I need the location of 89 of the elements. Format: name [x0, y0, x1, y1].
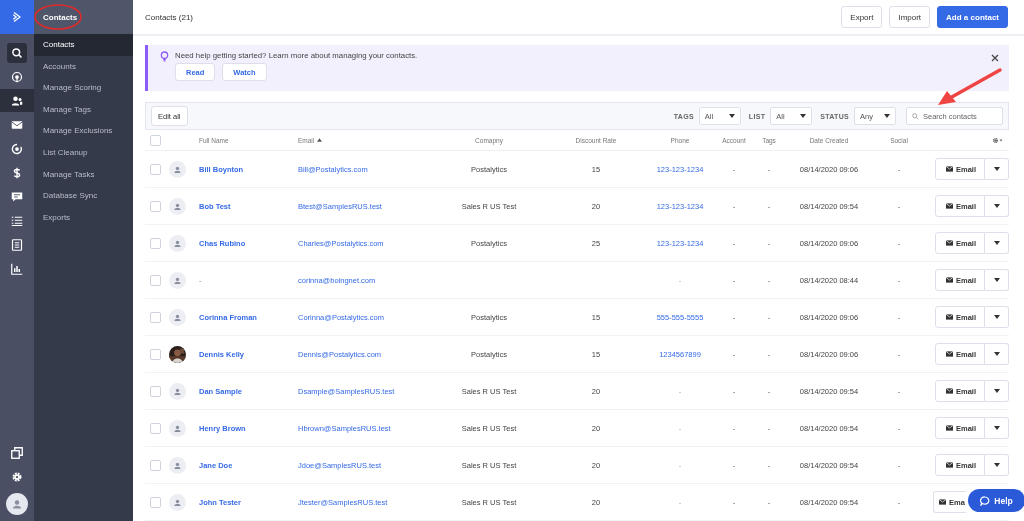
search-icon	[912, 112, 919, 120]
chat-bubble-icon	[980, 495, 991, 506]
avatar-icon	[169, 197, 186, 215]
envelope-icon	[946, 314, 953, 320]
sort-icon	[317, 138, 323, 142]
section-title: Contacts	[43, 12, 78, 22]
avatar-icon	[169, 234, 186, 252]
bar-chart-icon	[11, 262, 23, 275]
dropdown-button[interactable]	[985, 269, 1009, 291]
copy-icon[interactable]	[11, 447, 23, 459]
sidebar-item[interactable]: Manage Tasks	[34, 163, 133, 186]
caret-icon	[993, 204, 1000, 208]
envelope-icon	[11, 118, 23, 131]
envelope-icon	[946, 351, 953, 357]
caret-icon	[993, 241, 1000, 245]
user-avatar-icon[interactable]	[6, 493, 28, 515]
dropdown-button[interactable]	[985, 158, 1009, 180]
envelope-icon	[946, 462, 953, 468]
nav-rail-item[interactable]	[0, 89, 34, 112]
row-checkbox[interactable]	[150, 274, 161, 286]
caret-icon	[884, 114, 890, 118]
row-checkbox[interactable]	[150, 237, 161, 249]
broadcast-icon	[11, 70, 23, 83]
dropdown-button[interactable]	[985, 343, 1009, 365]
header-button[interactable]: Import	[889, 6, 931, 28]
dropdown-button[interactable]	[985, 417, 1009, 439]
caret-icon	[993, 426, 1000, 430]
row-checkbox[interactable]	[150, 163, 161, 175]
caret-icon	[800, 114, 807, 118]
avatar-icon	[169, 382, 186, 400]
avatar-icon	[169, 419, 186, 437]
add-contact-button[interactable]: Add a contact	[937, 6, 1008, 28]
envelope-icon	[946, 203, 953, 209]
dropdown-button[interactable]	[985, 232, 1009, 254]
sidebar-item[interactable]: Exports	[34, 206, 133, 229]
avatar-icon	[169, 160, 186, 178]
contacts-icon	[11, 94, 23, 107]
sidebar-item[interactable]: Manage Exclusions	[34, 120, 133, 142]
caret-icon	[993, 463, 1000, 467]
caret-icon	[993, 389, 1000, 393]
row-checkbox[interactable]	[150, 459, 161, 471]
caret-icon	[993, 278, 1000, 282]
sidebar-item[interactable]: Manage Tags	[34, 98, 133, 121]
row-checkbox[interactable]	[150, 311, 161, 323]
settings-icon[interactable]	[11, 471, 23, 483]
envelope-icon	[946, 166, 953, 172]
envelope-icon	[939, 499, 946, 505]
dropdown-button[interactable]	[985, 306, 1009, 328]
page-title: Contacts (21)	[145, 12, 195, 22]
settings-icon[interactable]	[992, 136, 1003, 144]
caret-icon	[993, 352, 1000, 356]
help-button[interactable]: Help	[968, 489, 1024, 512]
dropdown-button[interactable]	[985, 454, 1009, 476]
caret-icon	[993, 167, 1000, 171]
row-checkbox[interactable]	[150, 496, 161, 508]
avatar-icon	[169, 456, 186, 474]
avatar-icon	[169, 493, 186, 511]
select-all-checkbox[interactable]	[150, 134, 161, 146]
caret-icon	[993, 315, 1000, 319]
envelope-icon	[946, 240, 953, 246]
dropdown-button[interactable]	[985, 380, 1009, 402]
sidebar-item[interactable]: Database Sync	[34, 185, 133, 207]
row-checkbox[interactable]	[150, 422, 161, 434]
envelope-icon	[946, 425, 953, 431]
sidebar-item[interactable]: Contacts	[34, 34, 133, 56]
document-icon	[11, 238, 23, 251]
row-checkbox[interactable]	[150, 200, 161, 212]
row-checkbox[interactable]	[150, 348, 161, 360]
search-icon	[11, 46, 23, 59]
avatar-icon	[169, 308, 186, 326]
envelope-icon	[946, 388, 953, 394]
sidebar-item[interactable]: Manage Scoring	[34, 77, 133, 99]
avatar-icon	[169, 271, 186, 289]
lightbulb-icon	[160, 51, 169, 62]
dollar-icon	[11, 166, 23, 179]
sidebar-item[interactable]: List Cleanup	[34, 141, 133, 164]
close-icon[interactable]	[991, 54, 999, 62]
logo-icon[interactable]	[11, 11, 23, 23]
row-checkbox[interactable]	[150, 385, 161, 397]
circle-annotation	[33, 3, 83, 31]
caret-icon	[728, 114, 735, 118]
arrow-annotation	[936, 65, 1005, 107]
list-icon	[11, 214, 23, 227]
envelope-icon	[946, 277, 953, 283]
chat-icon	[11, 190, 23, 203]
sidebar-item[interactable]: Accounts	[34, 55, 133, 78]
target-icon	[11, 142, 23, 155]
dropdown-button[interactable]	[985, 195, 1009, 217]
header-button[interactable]: Export	[841, 6, 883, 28]
